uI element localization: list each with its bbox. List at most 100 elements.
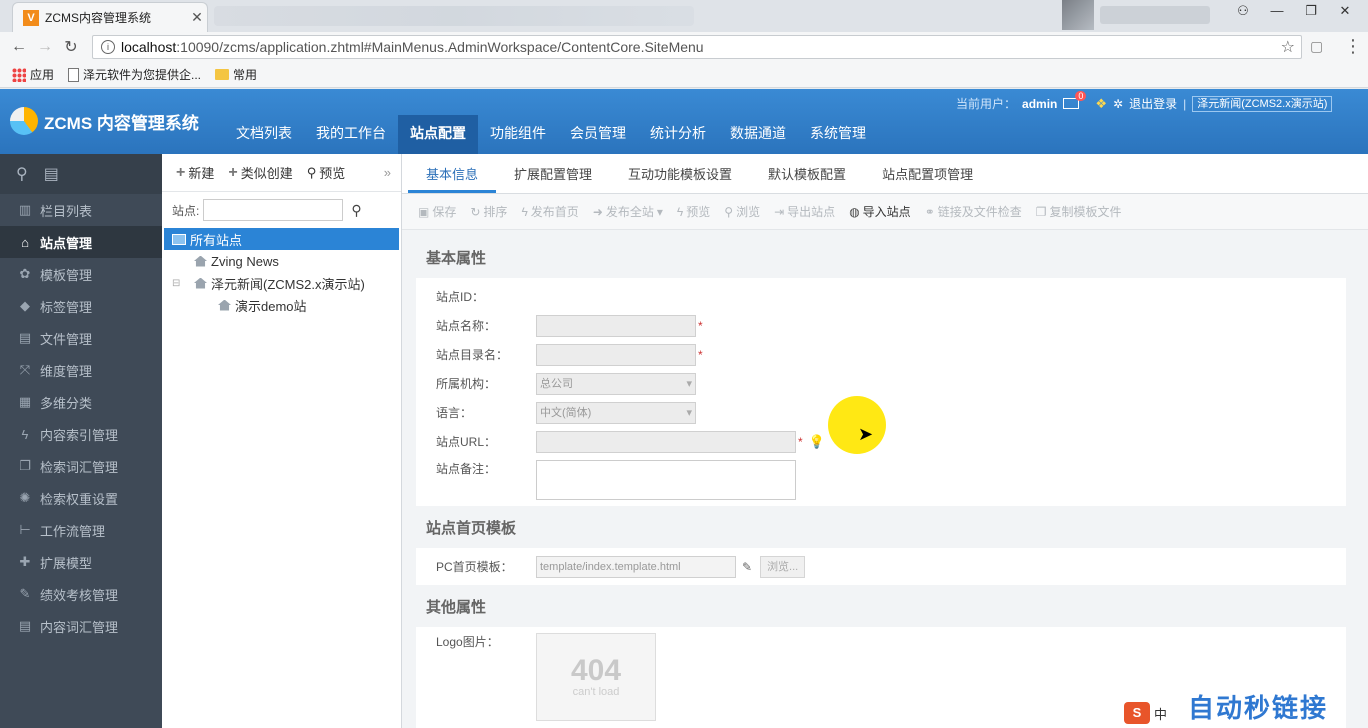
tab-interactive-templates[interactable]: 互动功能模板设置: [610, 161, 750, 193]
tab-extension-config[interactable]: 扩展配置管理: [496, 161, 610, 193]
apps-diamond-icon[interactable]: ❖: [1095, 96, 1107, 112]
save-icon: ▣: [418, 204, 430, 219]
browse-button[interactable]: 浏览...: [760, 555, 806, 578]
import-site-button[interactable]: ◍ 导入站点: [849, 203, 911, 220]
sidebar-item-content-vocab[interactable]: ▤ 内容词汇管理: [0, 610, 162, 642]
bookmark-star-icon[interactable]: ☆: [1281, 37, 1295, 57]
publish-all-button[interactable]: ➜ 发布全站 ▾: [593, 203, 663, 220]
sidebar-item-site-management[interactable]: ⌂ 站点管理: [0, 226, 162, 258]
copy-templates-button[interactable]: ❐ 复制模板文件: [1036, 203, 1122, 220]
site-search-label: 站点:: [172, 203, 200, 218]
tree-node-zcms-demo[interactable]: ⊟ 泽元新闻(ZCMS2.x演示站): [162, 272, 401, 294]
browse-action-button[interactable]: ⚲ 浏览: [724, 203, 760, 220]
preview-button[interactable]: ⚲ 预览: [307, 163, 346, 182]
minimize-icon[interactable]: —: [1262, 0, 1292, 22]
org-select[interactable]: 总公司: [536, 372, 696, 395]
nav-data-channel[interactable]: 数据通道: [718, 115, 798, 154]
publish-home-button[interactable]: ϟ 发布首页: [521, 203, 578, 220]
mail-icon[interactable]: 0: [1063, 91, 1087, 109]
sidebar-item-workflow[interactable]: ⊢ 工作流管理: [0, 514, 162, 546]
row-site-id: 站点ID：: [416, 282, 1346, 311]
app-logo[interactable]: ZCMS 内容管理系统: [10, 107, 199, 135]
info-icon[interactable]: i: [101, 40, 115, 54]
bookmark-apps[interactable]: 应用: [12, 66, 54, 83]
field-label: 语言：: [436, 406, 473, 420]
sidebar-item-label: 维度管理: [40, 363, 93, 379]
sidebar-item-multi-category[interactable]: ▦ 多维分类: [0, 386, 162, 418]
document-icon[interactable]: ▤: [44, 164, 59, 184]
field-label: Logo图片：: [436, 635, 499, 649]
sidebar-item-files[interactable]: ▤ 文件管理: [0, 322, 162, 354]
sidebar-item-search-terms[interactable]: ❐ 检索词汇管理: [0, 450, 162, 482]
site-dir-input[interactable]: [536, 343, 696, 366]
nav-components[interactable]: 功能组件: [478, 115, 558, 154]
browser-tab[interactable]: V ZCMS内容管理系统 ✕: [12, 2, 208, 32]
nav-system[interactable]: 系统管理: [798, 115, 878, 154]
expand-panel-icon[interactable]: »: [384, 165, 391, 180]
tab-basic-info[interactable]: 基本信息: [408, 161, 497, 193]
tree-node-all-sites[interactable]: 所有站点: [164, 228, 399, 250]
tree-node-demo-site[interactable]: 演示demo站: [162, 294, 401, 316]
pc-template-input[interactable]: template/index.template.html: [536, 555, 736, 578]
sidebar-item-extension-model[interactable]: ✚ 扩展模型: [0, 546, 162, 578]
user-profile-icon[interactable]: [1062, 0, 1094, 30]
sidebar-item-catalog[interactable]: ▥ 栏目列表: [0, 194, 162, 226]
search-icon[interactable]: ⚲: [16, 164, 28, 184]
sidebar-item-search-weight[interactable]: ✺ 检索权重设置: [0, 482, 162, 514]
pencil-icon[interactable]: ✎: [742, 560, 752, 574]
sidebar-item-dimensions[interactable]: ⤧ 维度管理: [0, 354, 162, 386]
nav-members[interactable]: 会员管理: [558, 115, 638, 154]
url-bar[interactable]: i localhost:10090/zcms/application.zhtml…: [92, 35, 1302, 59]
field-label: 所属机构：: [436, 377, 497, 391]
language-select[interactable]: 中文(简体): [536, 401, 696, 424]
site-url-input[interactable]: [536, 430, 796, 453]
tree-node-zving-news[interactable]: Zving News: [162, 250, 401, 272]
bookmark-folder[interactable]: 常用: [215, 66, 257, 83]
field-label: 站点目录名：: [436, 348, 509, 362]
ime-mode[interactable]: 中: [1154, 704, 1167, 723]
export-site-button[interactable]: ⇥ 导出站点: [774, 203, 835, 220]
site-search-input[interactable]: [203, 199, 344, 221]
sidebar-item-performance[interactable]: ✎ 绩效考核管理: [0, 578, 162, 610]
sidebar-item-content-index[interactable]: ϟ 内容索引管理: [0, 418, 162, 450]
similar-create-button[interactable]: + 类似创建: [228, 163, 292, 182]
preview-action-button[interactable]: ϟ 预览: [677, 203, 710, 220]
sort-button[interactable]: ↻ 排序: [470, 203, 507, 220]
link-check-button[interactable]: ⚭ 链接及文件检查: [925, 203, 1022, 220]
expand-icon: ⤧: [19, 362, 31, 377]
sidebar-item-tags[interactable]: ◆ 标签管理: [0, 290, 162, 322]
close-tab-icon[interactable]: ✕: [187, 9, 207, 26]
sidebar-item-label: 内容词汇管理: [40, 619, 119, 635]
tab-site-config-items[interactable]: 站点配置项管理: [864, 161, 991, 193]
back-icon[interactable]: ←: [6, 38, 32, 56]
logo-image-placeholder[interactable]: 404 can't load: [536, 633, 656, 721]
browser-menu-icon[interactable]: ⋮: [1344, 36, 1362, 57]
save-button[interactable]: ▣ 保存: [418, 203, 456, 220]
user-account-icon[interactable]: ⚇: [1228, 0, 1258, 22]
nav-doc-list[interactable]: 文档列表: [224, 115, 304, 154]
collapse-toggle-icon[interactable]: ⊟: [172, 278, 190, 289]
lightbulb-icon[interactable]: 💡: [809, 434, 825, 450]
browser-tab-strip: V ZCMS内容管理系统 ✕ ⚇ — ❐ ✕: [0, 0, 1368, 32]
tab-default-templates[interactable]: 默认模板配置: [750, 161, 864, 193]
blurred-tabs: [214, 6, 694, 26]
settings-icon[interactable]: ✲: [1113, 97, 1123, 111]
maximize-icon[interactable]: ❐: [1296, 0, 1326, 22]
sogou-ime-icon[interactable]: S: [1124, 702, 1150, 724]
nav-workbench[interactable]: 我的工作台: [304, 115, 398, 154]
site-selector[interactable]: 泽元新闻(ZCMS2.x演示站): [1192, 95, 1333, 112]
site-note-textarea[interactable]: [536, 460, 796, 500]
sidebar-item-templates[interactable]: ✿ 模板管理: [0, 258, 162, 290]
nav-statistics[interactable]: 统计分析: [638, 115, 718, 154]
reload-icon[interactable]: ↻: [58, 37, 84, 57]
site-name-input[interactable]: [536, 314, 696, 337]
search-icon[interactable]: ⚲: [351, 202, 361, 219]
row-pc-template: PC首页模板： template/index.template.html ✎ 浏…: [416, 552, 1346, 581]
close-window-icon[interactable]: ✕: [1330, 0, 1360, 22]
forward-icon[interactable]: →: [32, 38, 58, 56]
extension-icon[interactable]: ▢: [1310, 38, 1323, 55]
nav-site-config[interactable]: 站点配置: [398, 115, 478, 154]
bookmark-zving[interactable]: 泽元软件为您提供企...: [68, 66, 201, 83]
new-button[interactable]: + 新建: [176, 163, 214, 182]
logout-link[interactable]: 退出登录: [1129, 95, 1177, 112]
